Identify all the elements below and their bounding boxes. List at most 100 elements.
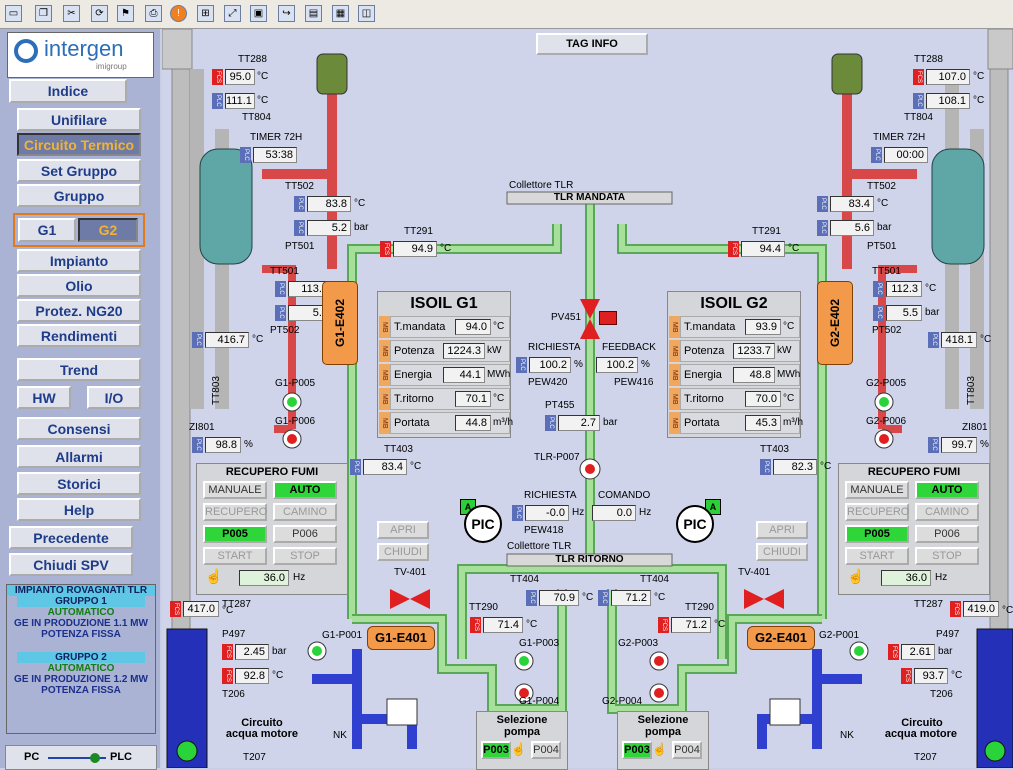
screen-icon[interactable]: ▣ <box>250 5 267 22</box>
tt288-value-b[interactable]: 111.1 <box>225 93 255 109</box>
hz-value[interactable]: 36.0 <box>881 570 931 586</box>
tt403-value[interactable]: 83.4 <box>363 459 407 475</box>
tt291-value[interactable]: 94.9 <box>393 241 437 257</box>
tt502-value[interactable]: 83.4 <box>830 196 874 212</box>
tt404b-value[interactable]: 71.2 <box>611 590 651 606</box>
recupero-button[interactable]: RECUPERO <box>845 503 909 521</box>
pv451-actuator[interactable] <box>599 311 617 325</box>
sel-p004-button[interactable]: P004 <box>531 741 561 759</box>
t-ritorno-value[interactable]: 70.1 <box>455 391 491 407</box>
start-button[interactable]: START <box>203 547 267 565</box>
tt288-value-b[interactable]: 108.1 <box>926 93 970 109</box>
t206-value[interactable]: 92.8 <box>235 668 269 684</box>
pt501-value[interactable]: 5.2 <box>307 220 351 236</box>
energia-value[interactable]: 48.8 <box>733 367 775 383</box>
pt502-value[interactable]: 5.5 <box>886 305 922 321</box>
circuito-termico-button[interactable]: Circuito Termico <box>17 133 141 156</box>
indice-button[interactable]: Indice <box>9 79 127 103</box>
pc-plc-switch[interactable]: PC PLC <box>5 745 157 770</box>
hw-button[interactable]: HW <box>17 386 71 409</box>
set-gruppo-button[interactable]: Set Gruppo <box>17 159 141 182</box>
tt501-value[interactable]: 112.3 <box>886 281 922 297</box>
allarmi-button[interactable]: Allarmi <box>17 445 141 468</box>
pt501-value[interactable]: 5.6 <box>830 220 874 236</box>
tt290-value[interactable]: 71.2 <box>671 617 711 633</box>
tt502-value[interactable]: 83.8 <box>307 196 351 212</box>
potenza-value[interactable]: 1233.7 <box>733 343 775 359</box>
layers-icon[interactable]: ◫ <box>358 5 375 22</box>
pt455-value[interactable]: 2.7 <box>558 415 600 431</box>
p497-value[interactable]: 2.45 <box>235 644 269 660</box>
refresh-icon[interactable]: ⟳ <box>91 5 108 22</box>
p497-value[interactable]: 2.61 <box>901 644 935 660</box>
g1-button[interactable]: G1 <box>18 218 76 242</box>
camino-button[interactable]: CAMINO <box>915 503 979 521</box>
manuale-button[interactable]: MANUALE <box>203 481 267 499</box>
precedente-button[interactable]: Precedente <box>9 526 133 549</box>
p005-select-button[interactable]: P005 <box>845 525 909 543</box>
portata-value[interactable]: 44.8 <box>455 415 491 431</box>
p006-select-button[interactable]: P006 <box>273 525 337 543</box>
alert-icon[interactable]: ! <box>170 5 187 22</box>
tt287-value[interactable]: 419.0 <box>963 601 999 617</box>
tools-icon[interactable]: ✂ <box>63 5 80 22</box>
p006-select-button[interactable]: P006 <box>915 525 979 543</box>
windows-flag-icon[interactable]: ⚑ <box>117 5 134 22</box>
tt803-value[interactable]: 418.1 <box>941 332 977 348</box>
tt403-value[interactable]: 82.3 <box>773 459 817 475</box>
chiudi-spv-button[interactable]: Chiudi SPV <box>9 553 133 576</box>
t-ritorno-value[interactable]: 70.0 <box>745 391 781 407</box>
zi801-value[interactable]: 98.8 <box>205 437 241 453</box>
manuale-button[interactable]: MANUALE <box>845 481 909 499</box>
chiudi-button[interactable]: CHIUDI <box>756 543 808 561</box>
richiesta-value[interactable]: 100.2 <box>529 357 571 373</box>
tt290-value[interactable]: 71.4 <box>483 617 523 633</box>
potenza-value[interactable]: 1224.3 <box>443 343 485 359</box>
document-icon[interactable]: ▤ <box>305 5 322 22</box>
monitor-icon[interactable]: ▭ <box>5 5 22 22</box>
tt291-value[interactable]: 94.4 <box>741 241 785 257</box>
portata-value[interactable]: 45.3 <box>745 415 781 431</box>
richiesta2-value[interactable]: -0.0 <box>525 505 569 521</box>
pic-controller-left[interactable]: PIC <box>464 505 502 543</box>
help-button[interactable]: Help <box>17 498 141 521</box>
tt288-value-a[interactable]: 107.0 <box>926 69 970 85</box>
rendimenti-button[interactable]: Rendimenti <box>17 324 141 347</box>
printer-icon[interactable]: ⎙ <box>145 5 162 22</box>
stop-button[interactable]: STOP <box>273 547 337 565</box>
map-icon[interactable]: ▦ <box>332 5 349 22</box>
auto-button[interactable]: AUTO <box>915 481 979 499</box>
timer-value[interactable]: 53:38 <box>253 147 297 163</box>
network-icon[interactable]: ⊞ <box>197 5 214 22</box>
protez-button[interactable]: Protez. NG20 <box>17 299 141 322</box>
fullscreen-icon[interactable]: ⤢ <box>224 5 241 22</box>
t206-value[interactable]: 93.7 <box>914 668 948 684</box>
olio-button[interactable]: Olio <box>17 274 141 297</box>
start-button[interactable]: START <box>845 547 909 565</box>
sel-p003-button[interactable]: P003 <box>481 741 511 759</box>
chiudi-button[interactable]: CHIUDI <box>377 543 429 561</box>
impianto-button[interactable]: Impianto <box>17 249 141 272</box>
hz-value[interactable]: 36.0 <box>239 570 289 586</box>
tag-info-button[interactable]: TAG INFO <box>536 33 648 55</box>
t-mandata-value[interactable]: 93.9 <box>745 319 781 335</box>
comando-value[interactable]: 0.0 <box>592 505 636 521</box>
trend-button[interactable]: Trend <box>17 358 141 381</box>
p005-select-button[interactable]: P005 <box>203 525 267 543</box>
sel-p004-button[interactable]: P004 <box>672 741 702 759</box>
tt803-value[interactable]: 416.7 <box>205 332 249 348</box>
camino-button[interactable]: CAMINO <box>273 503 337 521</box>
windows-icon[interactable]: ❐ <box>35 5 52 22</box>
energia-value[interactable]: 44.1 <box>443 367 485 383</box>
storici-button[interactable]: Storici <box>17 472 141 495</box>
switch-knob[interactable] <box>90 753 100 763</box>
t-mandata-value[interactable]: 94.0 <box>455 319 491 335</box>
g2-button[interactable]: G2 <box>78 218 138 242</box>
export-icon[interactable]: ↪ <box>278 5 295 22</box>
tt404a-value[interactable]: 70.9 <box>539 590 579 606</box>
auto-button[interactable]: AUTO <box>273 481 337 499</box>
consensi-button[interactable]: Consensi <box>17 417 141 440</box>
apri-button[interactable]: APRI <box>756 521 808 539</box>
io-button[interactable]: I/O <box>87 386 141 409</box>
zi801-value[interactable]: 99.7 <box>941 437 977 453</box>
